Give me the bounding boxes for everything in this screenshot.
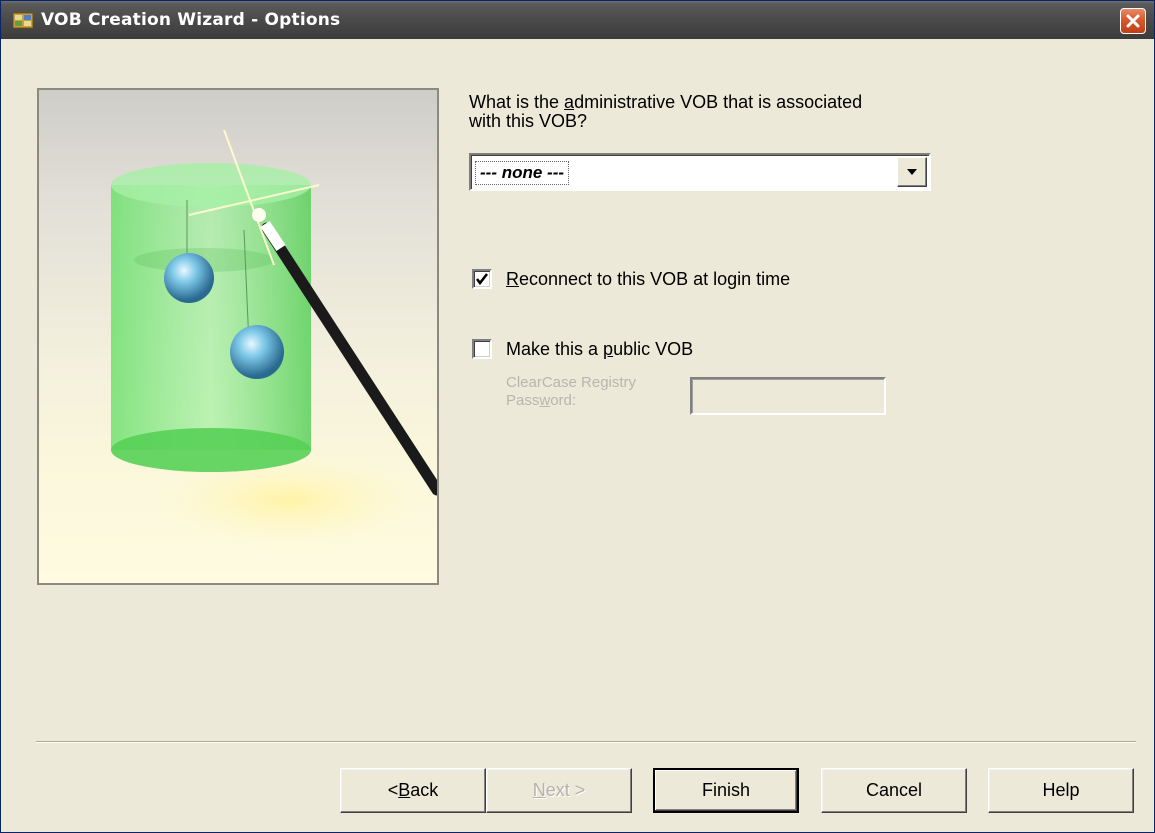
back-button-accelerator: B — [398, 780, 411, 800]
public-vob-label[interactable]: Make this a public VOB — [506, 339, 693, 360]
next-button[interactable]: Next > — [486, 768, 632, 813]
close-icon — [1126, 14, 1140, 28]
reconnect-checkbox[interactable] — [472, 269, 492, 289]
question-accelerator: a — [564, 92, 575, 112]
back-button-label: ack — [410, 780, 439, 800]
window-title: VOB Creation Wizard - Options — [41, 10, 341, 30]
admin-vob-dropdown[interactable]: --- none --- — [469, 153, 931, 191]
checkmark-icon — [475, 273, 489, 286]
public-vob-label-rest: ublic VOB — [613, 339, 694, 359]
public-vob-label-text: Make this a — [506, 339, 604, 359]
question-text-rest: dministrative VOB that is associated — [574, 92, 863, 112]
registry-password-label: ClearCase Registry Password: — [506, 374, 636, 410]
public-vob-accelerator: p — [603, 339, 614, 359]
next-button-accelerator: N — [532, 780, 546, 800]
magic-wand-cylinder-image — [111, 129, 437, 550]
help-button[interactable]: Help — [988, 768, 1134, 813]
admin-vob-selected-value: --- none --- — [475, 161, 570, 185]
registry-label-line1: ClearCase Registry — [506, 374, 637, 391]
back-button[interactable]: < Back — [340, 768, 486, 813]
reconnect-label[interactable]: Reconnect to this VOB at login time — [506, 269, 790, 290]
dropdown-button[interactable] — [897, 157, 927, 187]
back-button-prefix: < — [387, 780, 399, 800]
dialog-body: What is the administrative VOB that is a… — [6, 41, 1149, 829]
question-text-line2: with this VOB? — [469, 111, 588, 131]
registry-label-line2: Pass — [506, 392, 540, 409]
admin-vob-question: What is the administrative VOB that is a… — [469, 93, 949, 131]
chevron-down-icon — [907, 169, 917, 175]
button-separator — [36, 741, 1136, 743]
cancel-button[interactable]: Cancel — [821, 768, 967, 813]
wizard-app-icon — [13, 12, 33, 29]
public-vob-checkbox[interactable] — [472, 339, 492, 359]
next-button-label: ext > — [545, 780, 586, 800]
registry-label-accelerator: w — [539, 392, 551, 409]
close-button[interactable] — [1120, 8, 1146, 34]
title-bar[interactable]: VOB Creation Wizard - Options — [1, 1, 1154, 39]
registry-label-line2-rest: ord: — [550, 392, 577, 409]
wizard-window: VOB Creation Wizard - Options What is th… — [0, 0, 1155, 833]
wizard-illustration — [37, 88, 439, 585]
finish-button[interactable]: Finish — [653, 768, 799, 813]
reconnect-accelerator: R — [506, 269, 519, 289]
question-text: What is the — [469, 92, 565, 112]
registry-password-field[interactable] — [690, 377, 886, 415]
reconnect-label-text: econnect to this VOB at login time — [519, 269, 791, 289]
